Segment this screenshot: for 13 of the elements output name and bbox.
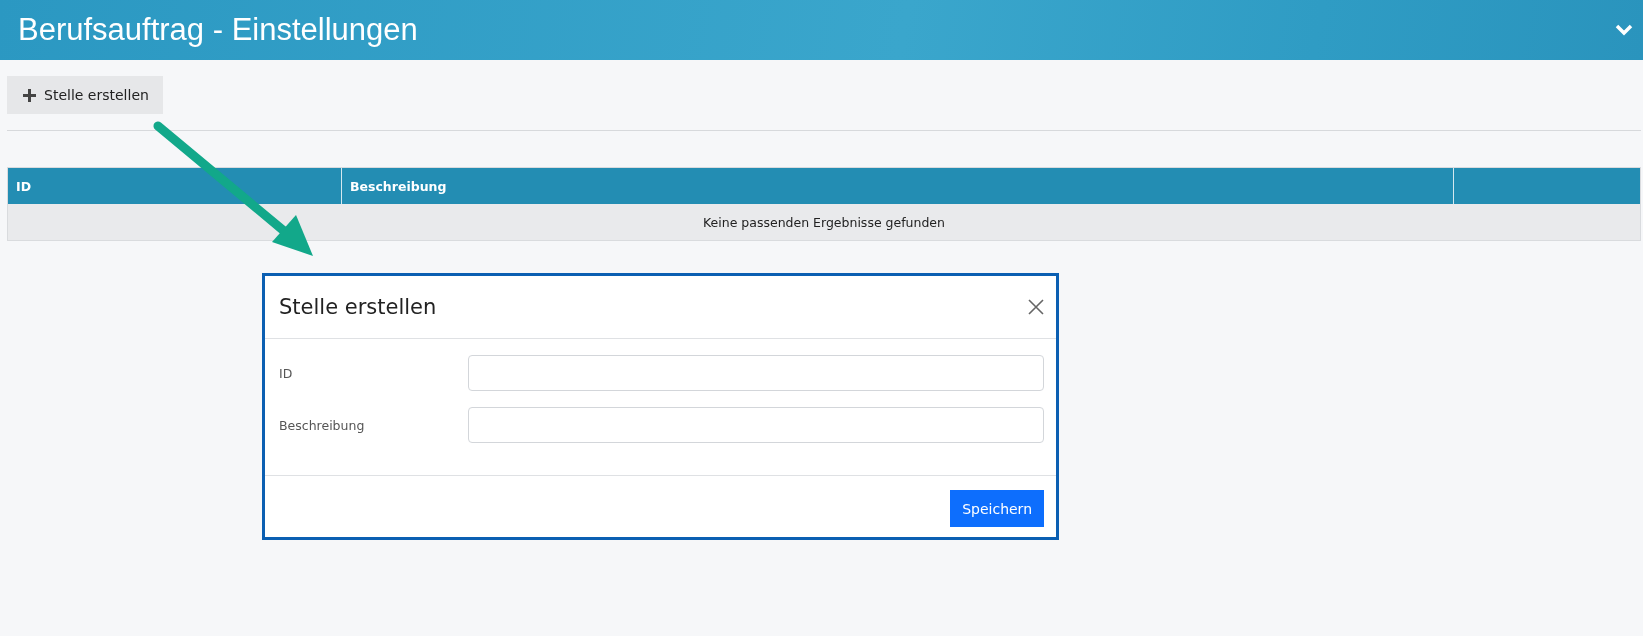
plus-icon (23, 88, 36, 102)
dialog-title: Stelle erstellen (279, 295, 437, 319)
input-field[interactable] (468, 407, 1044, 443)
page-title: Berufsauftrag - Einstellungen (18, 12, 418, 48)
field-label: Beschreibung (279, 417, 366, 433)
empty-message: Keine passenden Ergebnisse gefunden (8, 204, 1640, 240)
field-label: ID (279, 365, 294, 381)
create-button[interactable]: Stelle erstellen (7, 76, 163, 114)
save-button[interactable]: Speichern (950, 490, 1044, 527)
input-field[interactable] (468, 355, 1044, 391)
close-button[interactable] (1028, 299, 1044, 315)
column-header[interactable]: ID (8, 168, 341, 204)
chevron-down-icon[interactable] (1615, 24, 1633, 36)
